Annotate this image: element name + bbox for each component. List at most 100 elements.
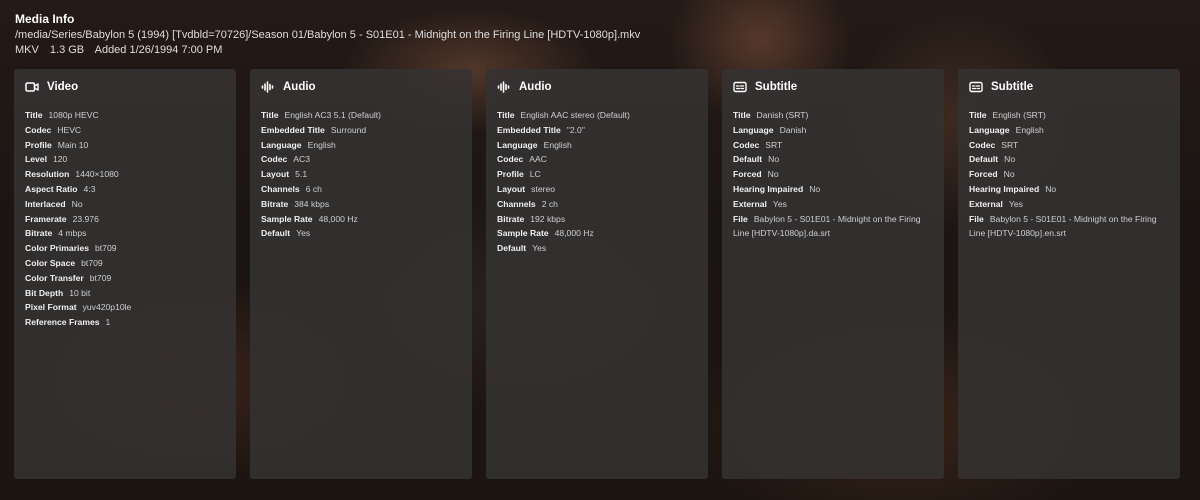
- info-value: 384 kbps: [294, 198, 330, 209]
- info-row-color-transfer: Color Transfer bt709: [25, 271, 226, 286]
- stream-card-audio-2: Audio Title English AC3 5.1 (Default) Embed…: [250, 69, 472, 479]
- info-key: Language: [261, 139, 302, 150]
- info-row-framerate: Framerate 23.976: [25, 212, 226, 227]
- info-row-layout: Layout 5.1: [261, 167, 462, 182]
- info-row-resolution: Resolution 1440×1080: [25, 167, 226, 182]
- info-key: File: [733, 213, 748, 224]
- info-value: SRT: [765, 139, 783, 150]
- info-row-layout: Layout stereo: [497, 182, 698, 197]
- info-key: Language: [969, 124, 1010, 135]
- info-value: 192 kbps: [530, 213, 566, 224]
- info-row-reference-frames: Reference Frames 1: [25, 315, 226, 330]
- info-row-channels: Channels 6 ch: [261, 182, 462, 197]
- info-key: Color Primaries: [25, 243, 89, 254]
- info-value: No: [71, 198, 83, 209]
- info-row-title: Title 1080p HEVC: [25, 108, 226, 123]
- info-key: Profile: [25, 139, 52, 150]
- info-row-bitrate: Bitrate 384 kbps: [261, 197, 462, 212]
- info-value: Babylon 5 - S01E01 - Midnight on the Fir…: [969, 213, 1157, 239]
- card-header: Audio: [261, 80, 462, 94]
- page-title: Media Info: [15, 12, 75, 26]
- info-row-title: Title English AAC stereo (Default): [497, 108, 698, 123]
- info-row-codec: Codec AAC: [497, 152, 698, 167]
- info-key: Layout: [261, 169, 290, 180]
- info-key: Hearing Impaired: [733, 183, 804, 194]
- info-row-sample-rate: Sample Rate 48,000 Hz: [497, 226, 698, 241]
- info-key: Layout: [497, 183, 526, 194]
- info-row-codec: Codec AC3: [261, 152, 462, 167]
- info-key: Codec: [25, 124, 52, 135]
- info-value: bt709: [81, 257, 103, 268]
- info-row-codec: Codec SRT: [969, 138, 1170, 153]
- info-key: Interlaced: [25, 198, 66, 209]
- info-value: English AC3 5.1 (Default): [284, 110, 382, 120]
- info-row-hearing-impaired: Hearing Impaired No: [969, 182, 1170, 197]
- info-value: HEVC: [57, 124, 82, 135]
- info-key: Default: [733, 154, 763, 165]
- file-size: 1.3 GB: [49, 44, 85, 56]
- info-row-forced: Forced No: [733, 167, 934, 182]
- card-header: Subtitle: [969, 80, 1170, 94]
- info-value: English: [1015, 124, 1044, 135]
- info-row-default: Default No: [733, 152, 934, 167]
- info-value: No: [1004, 154, 1016, 165]
- info-value: 6 ch: [305, 183, 322, 194]
- info-row-default: Default Yes: [261, 226, 462, 241]
- container-format: MKV: [15, 44, 39, 56]
- info-row-title: Title Danish (SRT): [733, 108, 934, 123]
- media-info-header: Media Info /media/Series/Babylon 5 (1994…: [15, 10, 1185, 58]
- info-value: Yes: [296, 228, 311, 239]
- info-value: Babylon 5 - S01E01 - Midnight on the Fir…: [733, 213, 921, 239]
- info-key: Default: [497, 243, 527, 254]
- info-row-codec: Codec SRT: [733, 138, 934, 153]
- info-value: No: [1045, 183, 1057, 194]
- info-key: Color Transfer: [25, 272, 84, 283]
- info-key: External: [733, 198, 767, 209]
- info-value: LC: [529, 169, 541, 180]
- info-value: English AAC stereo (Default): [520, 110, 630, 120]
- info-key: Bitrate: [261, 198, 289, 209]
- info-row-file: File Babylon 5 - S01E01 - Midnight on the…: [733, 212, 934, 242]
- info-key: Title: [261, 110, 279, 120]
- info-value: Danish (SRT): [756, 110, 809, 120]
- info-row-embedded-title: Embedded Title Surround: [261, 123, 462, 138]
- info-row-codec: Codec HEVC: [25, 123, 226, 138]
- info-row-default: Default Yes: [497, 241, 698, 256]
- stream-card-subtitle-4: Subtitle Title Danish (SRT) Language Danish C…: [722, 69, 944, 479]
- info-key: Codec: [497, 154, 524, 165]
- subtitles-icon: [733, 80, 749, 94]
- info-key: Codec: [261, 154, 288, 165]
- info-key: Pixel Format: [25, 302, 77, 313]
- info-key: Hearing Impaired: [969, 183, 1040, 194]
- info-row-language: Language English: [261, 138, 462, 153]
- info-key: Codec: [969, 139, 996, 150]
- info-value: 4:3: [83, 183, 96, 194]
- info-value: 1440×1080: [75, 169, 119, 180]
- card-title: Audio: [519, 81, 552, 93]
- info-key: External: [969, 198, 1003, 209]
- stream-card-video-1: Video Title 1080p HEVC Codec HEVC Profile Main…: [14, 69, 236, 479]
- info-value: bt709: [95, 243, 117, 254]
- card-header: Subtitle: [733, 80, 934, 94]
- info-key: Title: [969, 110, 987, 120]
- info-key: Default: [969, 154, 999, 165]
- stream-card-subtitle-5: Subtitle Title English (SRT) Language Englis…: [958, 69, 1180, 479]
- audio-waveform-icon: [497, 80, 513, 94]
- info-key: Channels: [497, 198, 536, 209]
- info-value: No: [1003, 169, 1015, 180]
- info-row-sample-rate: Sample Rate 48,000 Hz: [261, 212, 462, 227]
- info-row-external: External Yes: [969, 197, 1170, 212]
- date-added: Added 1/26/1994 7:00 PM: [94, 44, 223, 56]
- info-row-interlaced: Interlaced No: [25, 197, 226, 212]
- info-value: Main 10: [57, 139, 89, 150]
- info-row-forced: Forced No: [969, 167, 1170, 182]
- info-value: No: [768, 154, 780, 165]
- info-value: Yes: [772, 198, 787, 209]
- info-value: No: [767, 169, 779, 180]
- info-value: 1: [105, 317, 111, 328]
- info-key: Level: [25, 154, 47, 165]
- info-value: 10 bit: [69, 287, 91, 298]
- info-key: Resolution: [25, 169, 70, 180]
- card-title: Video: [47, 81, 79, 93]
- info-row-bitrate: Bitrate 4 mbps: [25, 226, 226, 241]
